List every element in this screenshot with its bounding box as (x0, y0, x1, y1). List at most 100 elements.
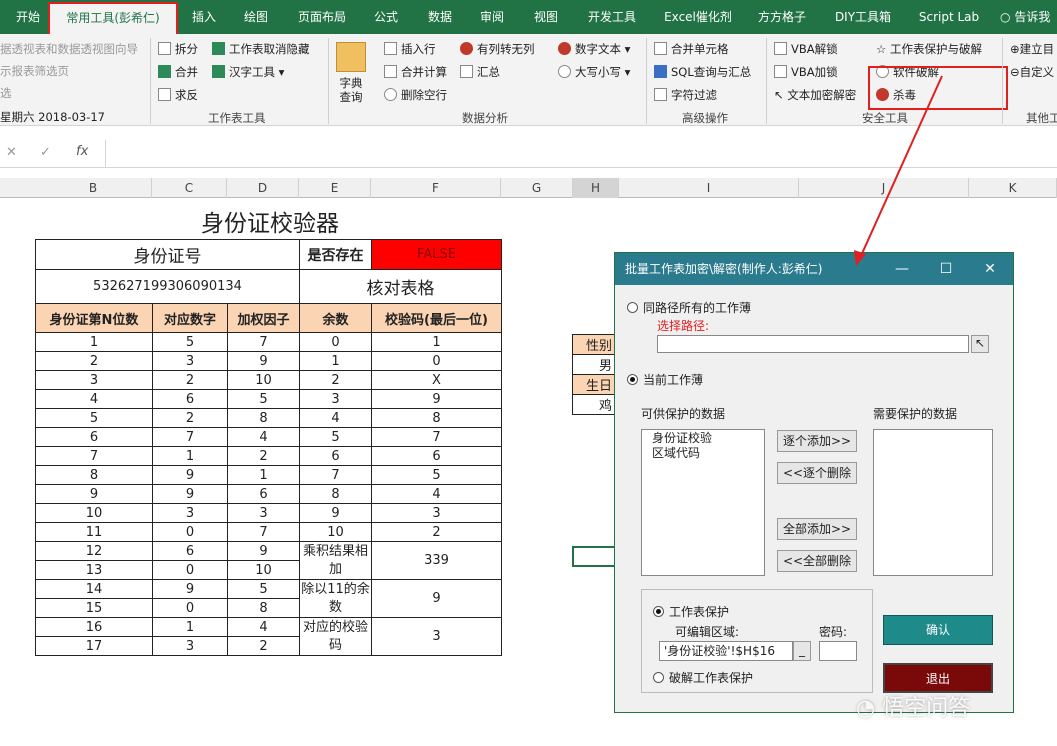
nth-digit-cell[interactable]: 14 (35, 579, 153, 599)
delete-empty-rows-button[interactable]: 删除空行 (384, 86, 447, 104)
enter-icon[interactable]: ✓ (40, 145, 51, 160)
col-header-k[interactable]: K (969, 178, 1057, 198)
available-list[interactable]: 身份证校验 区域代码 (641, 429, 765, 576)
id-value[interactable]: 532627199306090134 (35, 269, 300, 304)
path-input[interactable] (657, 335, 969, 353)
remove-one-button[interactable]: <<逐个删除 (777, 462, 857, 484)
col-header-e[interactable]: E (299, 178, 371, 198)
tab-common-tools[interactable]: 常用工具(彭希仁) (48, 2, 178, 34)
check-code-cell[interactable]: X (371, 370, 502, 390)
weight-cell[interactable]: 5 (227, 579, 300, 599)
digit-cell[interactable]: 3 (152, 636, 228, 656)
weight-cell[interactable]: 8 (227, 408, 300, 428)
consolidate-button[interactable]: 合并计算 (384, 63, 447, 81)
nth-digit-cell[interactable]: 16 (35, 617, 153, 637)
tab-script-lab[interactable]: Script Lab (912, 0, 986, 34)
digit-cell[interactable]: 3 (152, 351, 228, 371)
nth-digit-cell[interactable]: 4 (35, 389, 153, 409)
report-filter-pages[interactable]: 示报表筛选页 (0, 62, 69, 80)
merge-cells-button[interactable]: 合并单元格 (654, 40, 729, 58)
weight-cell[interactable]: 9 (227, 541, 300, 561)
tab-developer[interactable]: 开发工具 (580, 0, 644, 34)
nth-digit-cell[interactable]: 17 (35, 636, 153, 656)
digit-cell[interactable]: 9 (152, 579, 228, 599)
split-button[interactable]: 拆分 (158, 40, 198, 58)
number-text-button[interactable]: 数字文本 ▾ (558, 40, 630, 58)
tab-insert[interactable]: 插入 (182, 0, 226, 34)
unhide-sheet-button[interactable]: 工作表取消隐藏 (212, 40, 310, 58)
digit-cell[interactable]: 2 (152, 370, 228, 390)
selected-cell[interactable] (572, 546, 618, 567)
insert-row-button[interactable]: 插入行 (384, 40, 436, 58)
sql-query-button[interactable]: SQL查询与汇总 (654, 63, 751, 81)
merge-button[interactable]: 合并 (158, 63, 198, 81)
digit-cell[interactable]: 2 (152, 408, 228, 428)
minimize-icon[interactable]: — (887, 253, 917, 285)
tab-page-layout[interactable]: 页面布局 (290, 0, 354, 34)
check-code-cell[interactable]: 4 (371, 484, 502, 504)
maximize-icon[interactable]: ☐ (931, 253, 961, 285)
nth-digit-cell[interactable]: 9 (35, 484, 153, 504)
add-all-button[interactable]: 全部添加>> (777, 518, 857, 540)
needed-list[interactable] (873, 429, 993, 576)
radio-crack-protect[interactable]: 破解工作表保护 (653, 669, 753, 686)
radio-sheet-protect[interactable]: 工作表保护 (653, 603, 729, 620)
col-header-d[interactable]: D (227, 178, 299, 198)
exists-value[interactable]: FALSE (371, 239, 502, 270)
remainder-cell[interactable]: 2 (299, 370, 372, 390)
close-icon[interactable]: ✕ (975, 253, 1005, 285)
nth-digit-cell[interactable]: 2 (35, 351, 153, 371)
tab-diy-toolbox[interactable]: DIY工具箱 (826, 0, 900, 34)
case-button[interactable]: 大写小写 ▾ (558, 63, 630, 81)
digit-cell[interactable]: 1 (152, 617, 228, 637)
browse-path-button[interactable]: ↖ (971, 335, 989, 353)
weight-cell[interactable]: 2 (227, 636, 300, 656)
zodiac-value[interactable]: 鸡 (572, 394, 617, 415)
add-one-button[interactable]: 逐个添加>> (777, 430, 857, 452)
weight-cell[interactable]: 8 (227, 598, 300, 618)
list-item[interactable]: 身份证校验 (642, 430, 764, 447)
weight-cell[interactable]: 1 (227, 465, 300, 485)
dictionary-query-button[interactable]: 字典查询 (338, 76, 364, 106)
weight-cell[interactable]: 6 (227, 484, 300, 504)
radio-current-workbook[interactable]: 当前工作薄 (627, 371, 703, 388)
remainder-cell[interactable]: 1 (299, 351, 372, 371)
tab-fangfang[interactable]: 方方格子 (750, 0, 814, 34)
check-code-cell[interactable]: 7 (371, 427, 502, 447)
range-picker-button[interactable]: _ (793, 641, 811, 661)
char-filter-button[interactable]: 字符过滤 (654, 86, 717, 104)
summary-value[interactable]: 9 (371, 579, 502, 618)
nth-digit-cell[interactable]: 15 (35, 598, 153, 618)
check-code-cell[interactable]: 8 (371, 408, 502, 428)
formula-input[interactable] (105, 140, 1057, 167)
weight-cell[interactable]: 7 (227, 332, 300, 352)
chinese-tools-button[interactable]: 汉字工具 ▾ (212, 63, 284, 81)
check-code-cell[interactable]: 0 (371, 351, 502, 371)
col-header-c[interactable]: C (152, 178, 227, 198)
password-input[interactable] (819, 641, 857, 661)
digit-cell[interactable]: 0 (152, 560, 228, 580)
list-item[interactable]: 区域代码 (642, 447, 764, 460)
col-header-f[interactable]: F (371, 178, 501, 198)
remainder-cell[interactable]: 4 (299, 408, 372, 428)
tab-home[interactable]: 开始 (6, 0, 50, 34)
nth-digit-cell[interactable]: 13 (35, 560, 153, 580)
column-convert-button[interactable]: 有列转无列 (460, 40, 535, 58)
digit-cell[interactable]: 9 (152, 465, 228, 485)
text-encrypt-button[interactable]: ↖ 文本加密解密 (774, 86, 856, 104)
build-dir-button[interactable]: ⊕建立目 (1010, 40, 1054, 58)
digit-cell[interactable]: 0 (152, 598, 228, 618)
gender-value[interactable]: 男 (572, 354, 617, 375)
nth-digit-cell[interactable]: 10 (35, 503, 153, 523)
digit-cell[interactable]: 6 (152, 541, 228, 561)
check-code-cell[interactable]: 2 (371, 522, 502, 542)
remainder-cell[interactable]: 6 (299, 446, 372, 466)
summary-value[interactable]: 3 (371, 617, 502, 656)
digit-cell[interactable]: 9 (152, 484, 228, 504)
digit-cell[interactable]: 7 (152, 427, 228, 447)
editable-range-input[interactable]: '身份证校验'!$H$16 (659, 641, 793, 661)
select-item[interactable]: 选 (0, 84, 12, 102)
remainder-cell[interactable]: 9 (299, 503, 372, 523)
nth-digit-cell[interactable]: 3 (35, 370, 153, 390)
radio-same-path[interactable]: 同路径所有的工作薄 (627, 299, 751, 316)
